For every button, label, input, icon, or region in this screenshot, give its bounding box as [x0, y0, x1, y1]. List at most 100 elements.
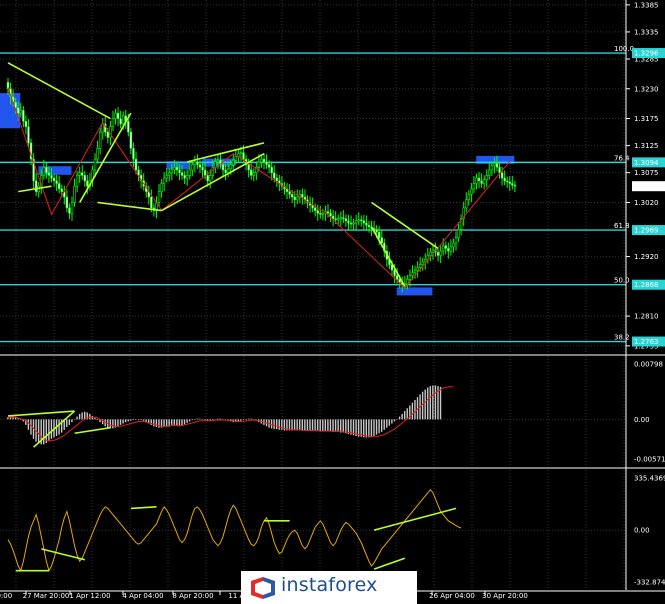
candle-body	[132, 148, 135, 160]
candle-body	[436, 251, 440, 256]
candle-body	[68, 207, 71, 214]
candle-body	[201, 166, 204, 171]
macd-bar	[414, 399, 416, 420]
macd-bar	[393, 419, 396, 422]
candle-body	[173, 166, 176, 171]
macd-bar	[127, 419, 129, 422]
fib-level-label: 38.2	[614, 334, 630, 342]
candle-body	[22, 110, 25, 122]
macd-bar	[119, 419, 122, 425]
price-tick-label: 1.3175	[634, 115, 659, 123]
candle-body	[52, 177, 56, 182]
candle-body	[508, 181, 511, 184]
macd-bar	[73, 419, 76, 420]
macd-bar	[299, 419, 301, 431]
macd-bar	[324, 419, 327, 432]
candle-body	[498, 166, 501, 173]
macd-bar	[334, 419, 337, 432]
macd-bar	[132, 419, 135, 421]
candle-body	[380, 237, 383, 244]
macd-bar	[432, 385, 434, 420]
macd-bar	[219, 418, 222, 420]
candle-body	[262, 158, 266, 163]
macd-bar	[242, 419, 245, 421]
macd-bar	[66, 419, 68, 428]
candle-body	[191, 164, 194, 171]
macd-bar	[176, 419, 178, 426]
candle-body	[224, 169, 227, 173]
macd-bar	[30, 419, 32, 435]
time-tick-label: 20:00	[0, 592, 12, 600]
macd-bar	[181, 419, 183, 426]
candle-body	[321, 212, 325, 215]
macd-bar	[48, 419, 50, 441]
candle-body	[354, 220, 358, 224]
macd-bar	[368, 419, 370, 438]
candle-body	[406, 279, 409, 284]
macd-bar	[68, 419, 71, 425]
candle-body	[424, 258, 427, 263]
macd-bar	[204, 419, 206, 421]
candle-body	[416, 267, 419, 271]
macd-bar	[314, 419, 316, 432]
candle-body	[447, 248, 450, 252]
candle-body	[313, 207, 317, 211]
macd-bar	[388, 419, 391, 426]
candle-body	[270, 166, 273, 173]
macd-bar	[50, 419, 53, 439]
macd-bar	[20, 419, 22, 420]
current-price-label: 1.3050	[634, 183, 659, 191]
candle-body	[180, 172, 184, 176]
candle-body	[395, 275, 399, 280]
macd-bar	[94, 417, 96, 420]
macd-bar	[270, 419, 273, 429]
candle-body	[42, 166, 46, 176]
macd-bar	[201, 419, 204, 420]
candle-body	[452, 242, 455, 248]
macd-bar	[329, 419, 332, 432]
macd-bar	[171, 419, 173, 425]
cci-tick-label: -332.874	[634, 579, 665, 587]
macd-tick-label: -0.00571	[634, 456, 665, 464]
candle-body	[234, 156, 238, 161]
candle-body	[186, 175, 189, 179]
candle-body	[475, 177, 478, 184]
macd-bar	[337, 419, 339, 432]
macd-bar	[247, 418, 250, 420]
macd-bar	[375, 419, 378, 435]
candle-body	[250, 169, 253, 176]
macd-bar	[112, 419, 114, 429]
price-tick-label: 1.3230	[634, 85, 659, 93]
level-price-label: 1.3094	[634, 159, 659, 167]
macd-bar	[276, 419, 278, 430]
candle-body	[490, 165, 494, 171]
candle-body	[467, 194, 470, 201]
candle-body	[96, 148, 99, 160]
macd-bar	[296, 419, 298, 431]
candle-body	[86, 180, 89, 187]
candle-body	[101, 123, 104, 133]
candle-body	[329, 212, 332, 217]
macd-bar	[380, 419, 383, 432]
candle-body	[493, 163, 496, 166]
candle-body	[17, 107, 20, 114]
macd-bar	[173, 419, 175, 425]
candle-body	[168, 172, 171, 176]
candle-body	[418, 264, 422, 268]
price-tick-label: 1.3125	[634, 142, 659, 150]
fib-level-label: 50.0	[614, 277, 630, 285]
macd-bar	[188, 419, 191, 422]
candle-body	[472, 183, 476, 190]
candle-body	[214, 161, 217, 168]
macd-bar	[386, 419, 388, 428]
candle-body	[500, 172, 504, 179]
macd-bar	[245, 419, 247, 420]
macd-bar	[429, 386, 431, 420]
candle-body	[229, 164, 232, 170]
macd-bar	[217, 418, 219, 420]
candle-body	[360, 219, 363, 222]
macd-bar	[199, 418, 201, 420]
candle-body	[334, 218, 337, 221]
candle-body	[375, 229, 378, 233]
macd-bar	[158, 419, 160, 428]
